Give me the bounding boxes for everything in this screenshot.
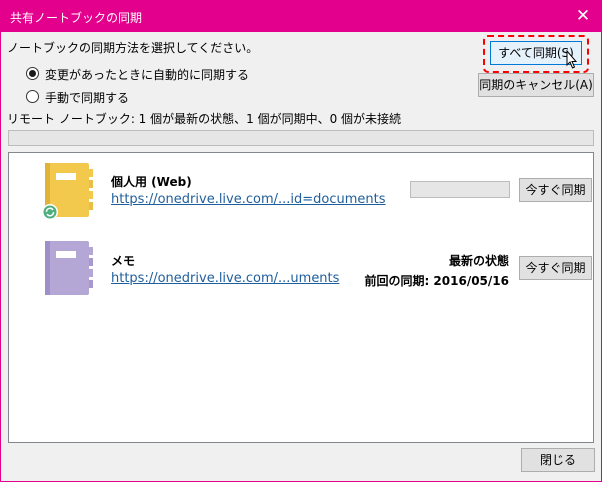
overall-progress-bar	[8, 130, 594, 146]
notebook-url-link[interactable]: https://onedrive.live.com/...id=document…	[111, 192, 386, 207]
window-title: 共有ノートブックの同期	[10, 11, 143, 25]
radio-manual-sync[interactable]	[26, 90, 39, 103]
sync-now-button[interactable]: 今すぐ同期	[519, 178, 592, 202]
cancel-sync-button[interactable]: 同期のキャンセル(A)	[478, 73, 594, 97]
mouse-cursor-icon	[566, 50, 578, 69]
last-sync-date: 前回の同期: 2016/05/16	[364, 274, 509, 288]
notebook-row: 個人用 (Web) https://onedrive.live.com/...i…	[9, 153, 593, 233]
instruction-text: ノートブックの同期方法を選択してください。	[7, 41, 259, 55]
notebook-sync-progress	[410, 181, 510, 198]
notebook-list: 個人用 (Web) https://onedrive.live.com/...i…	[8, 152, 594, 443]
notebook-icon	[42, 163, 93, 220]
sync-dialog: 共有ノートブックの同期 ✕ ノートブックの同期方法を選択してください。 変更があ…	[0, 0, 602, 482]
radio-auto-sync[interactable]	[26, 67, 39, 80]
radio-auto-sync-label[interactable]: 変更があったときに自動的に同期する	[45, 66, 249, 83]
close-icon[interactable]: ✕	[571, 5, 595, 27]
notebook-url-link[interactable]: https://onedrive.live.com/...uments	[111, 271, 339, 286]
sync-summary: リモート ノートブック: 1 個が最新の状態、1 個が同期中、0 個が未接続	[7, 112, 402, 126]
sync-now-button[interactable]: 今すぐ同期	[519, 256, 592, 280]
title-bar: 共有ノートブックの同期 ✕	[1, 1, 601, 32]
radio-selected-dot	[29, 70, 36, 77]
notebook-name: 個人用 (Web)	[111, 175, 192, 189]
notebook-icon	[45, 241, 93, 295]
close-button[interactable]: 閉じる	[521, 448, 595, 472]
notebook-row: メモ https://onedrive.live.com/...uments 最…	[9, 235, 593, 315]
notebook-name: メモ	[111, 254, 136, 268]
radio-manual-sync-label[interactable]: 手動で同期する	[45, 89, 129, 106]
notebook-status: 最新の状態	[448, 254, 509, 268]
